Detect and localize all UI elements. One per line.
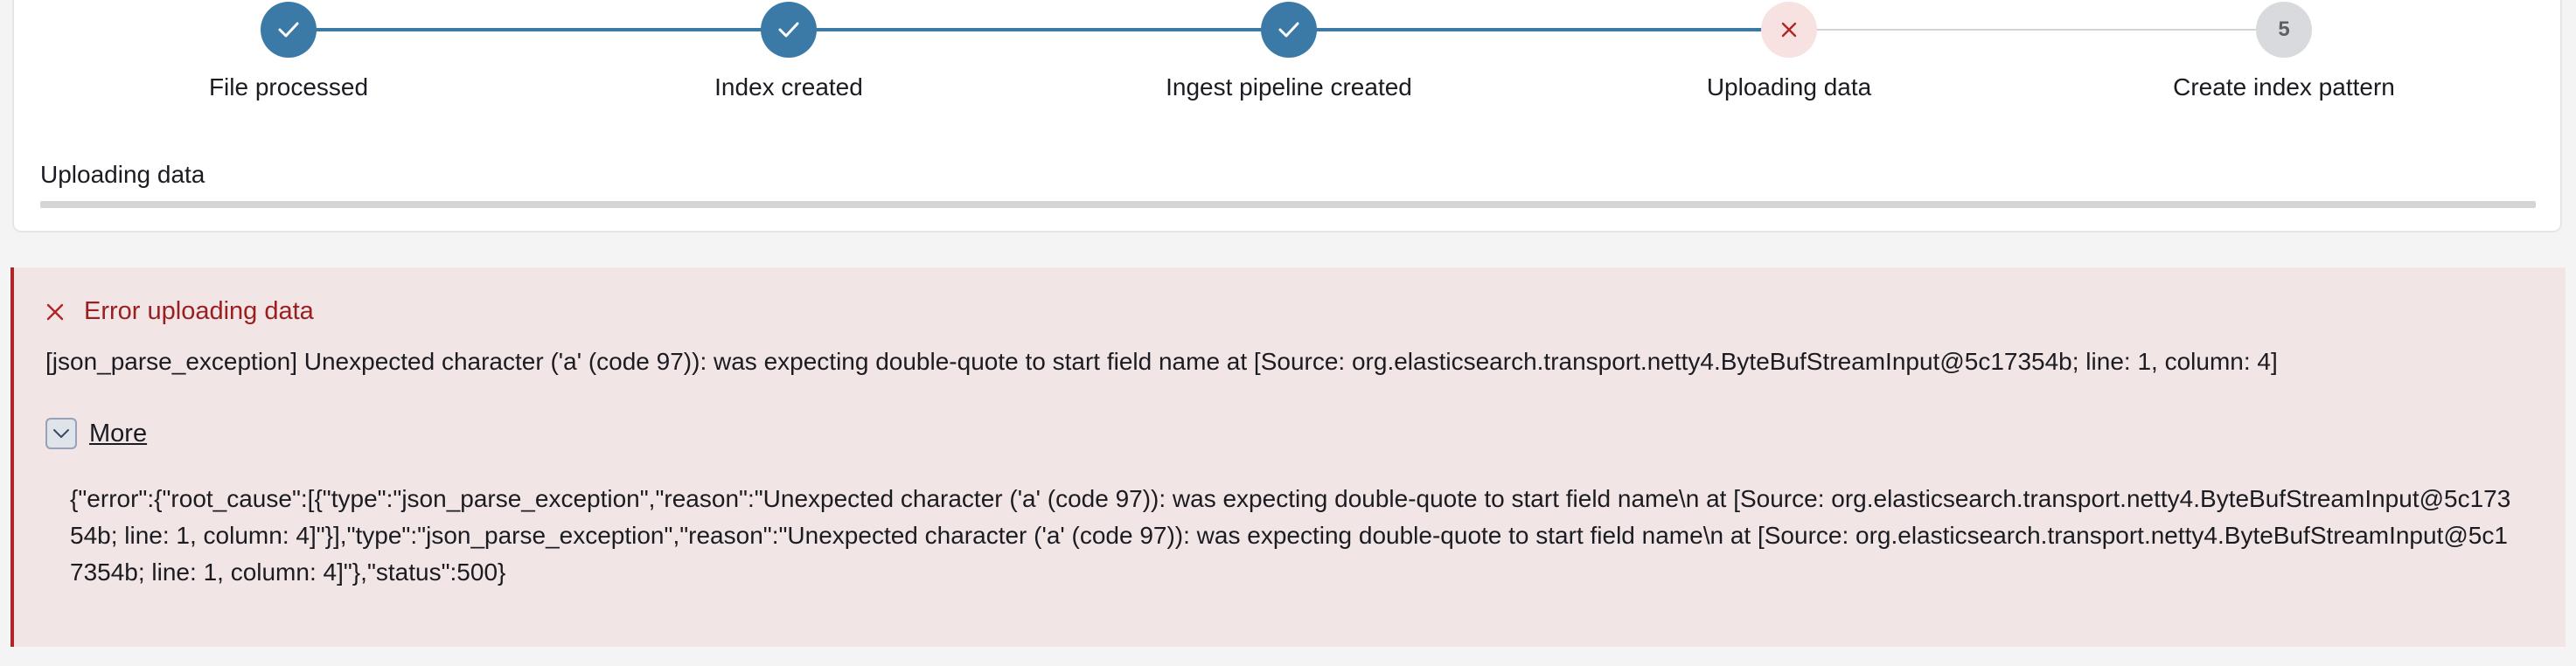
chevron-down-icon: [53, 429, 69, 438]
steps-bar: File processed Index created Ingest pipe…: [0, 0, 2576, 122]
step-ingest-pipeline-created: Ingest pipeline created: [1114, 0, 1464, 101]
cross-icon: [1781, 22, 1797, 38]
step-number: 5: [2278, 17, 2290, 41]
upload-progress-bar: [40, 201, 2536, 208]
step-label: Ingest pipeline created: [1166, 73, 1412, 101]
step-file-processed: File processed: [114, 0, 463, 101]
error-message: [json_parse_exception] Unexpected charac…: [45, 348, 2278, 375]
step-create-index-pattern: 5 Create index pattern: [2109, 0, 2459, 101]
more-toggle-row[interactable]: More: [45, 418, 147, 449]
step-done-indicator: [761, 2, 817, 58]
upload-progress-label: Uploading data: [40, 161, 205, 188]
more-link[interactable]: More: [89, 420, 147, 448]
step-label: File processed: [208, 73, 369, 101]
cross-icon: [46, 303, 64, 320]
error-details: {"error":{"root_cause":[{"type":"json_pa…: [70, 485, 2511, 586]
step-done-indicator: [1261, 2, 1317, 58]
more-toggle-button[interactable]: [45, 418, 77, 449]
step-label: Uploading data: [1706, 73, 1872, 101]
step-done-indicator: [261, 2, 317, 58]
error-callout: Error uploading data [json_parse_excepti…: [10, 267, 2566, 647]
check-icon: [1278, 22, 1299, 38]
step-uploading-data: Uploading data: [1614, 0, 1964, 101]
check-icon: [278, 22, 299, 38]
step-label: Index created: [714, 73, 863, 101]
step-number-indicator: 5: [2256, 2, 2312, 58]
error-callout-title: Error uploading data: [45, 297, 314, 326]
check-icon: [778, 22, 799, 38]
error-title-text: Error uploading data: [84, 297, 314, 325]
step-index-created: Index created: [614, 0, 964, 101]
step-label: Create index pattern: [2173, 73, 2395, 101]
step-error-indicator: [1761, 2, 1817, 58]
